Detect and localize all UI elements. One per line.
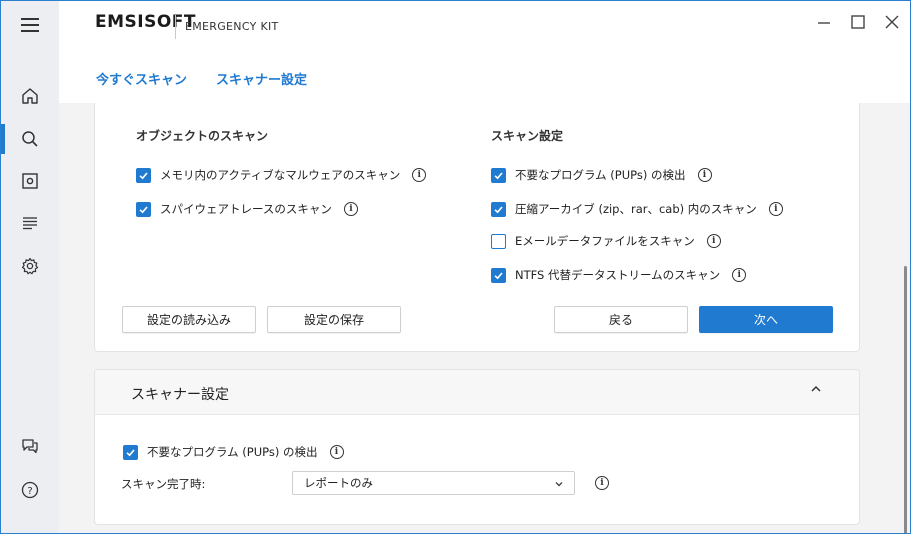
option-scan-email[interactable]: Eメールデータファイルをスキャン i <box>491 233 721 249</box>
home-icon <box>22 88 38 104</box>
checkbox-checked[interactable] <box>491 267 506 283</box>
option-label: スパイウェアトレースのスキャン <box>160 202 332 216</box>
checkbox-checked[interactable] <box>491 201 506 217</box>
scan-settings-section-title: スキャン設定 <box>491 129 564 143</box>
scanner-settings-title: スキャナー設定 <box>131 387 229 403</box>
title-divider <box>175 15 176 39</box>
menu-icon[interactable] <box>1 1 59 49</box>
scrollbar[interactable] <box>904 266 907 533</box>
scanner-settings-panel: スキャナー設定 不要なプログラム (PUPs) の検出 i スキャン完了時: レ… <box>94 369 860 525</box>
sidebar-item-settings[interactable] <box>1 246 59 286</box>
option-label: Eメールデータファイルをスキャン <box>515 234 695 248</box>
option-scan-archives[interactable]: 圧縮アーカイブ (zip、rar、cab) 内のスキャン i <box>491 201 783 217</box>
next-button[interactable]: 次へ <box>699 306 833 333</box>
sidebar-item-scan[interactable] <box>1 119 59 159</box>
on-complete-select[interactable]: レポートのみ <box>292 471 575 495</box>
option-label: メモリ内のアクティブなマルウェアのスキャン <box>160 168 401 182</box>
scan-options-card: オブジェクトのスキャン メモリ内のアクティブなマルウェアのスキャン i スパイウ… <box>94 103 860 352</box>
option-memory-scan[interactable]: メモリ内のアクティブなマルウェアのスキャン i <box>136 167 427 183</box>
option-detect-pups[interactable]: 不要なプログラム (PUPs) の検出 i <box>491 167 712 183</box>
scanner-settings-header[interactable]: スキャナー設定 <box>95 370 859 415</box>
checkbox-checked[interactable] <box>123 444 138 460</box>
info-icon[interactable]: i <box>706 234 721 248</box>
tab-scan-now[interactable]: 今すぐスキャン <box>96 69 187 88</box>
logs-icon <box>23 217 37 230</box>
checkbox-checked[interactable] <box>136 201 151 217</box>
checkbox-unchecked[interactable] <box>491 233 506 249</box>
sidebar-item-logs[interactable] <box>1 203 59 243</box>
option-label: 圧縮アーカイブ (zip、rar、cab) 内のスキャン <box>515 202 757 216</box>
tab-scanner-settings[interactable]: スキャナー設定 <box>216 69 307 88</box>
objects-section-title: オブジェクトのスキャン <box>136 129 269 143</box>
info-icon[interactable]: i <box>343 202 358 216</box>
option-label: NTFS 代替データストリームのスキャン <box>515 268 721 282</box>
option-spyware-scan[interactable]: スパイウェアトレースのスキャン i <box>136 201 358 217</box>
select-value: レポートのみ <box>304 476 373 490</box>
back-button[interactable]: 戻る <box>554 306 688 333</box>
load-settings-button[interactable]: 設定の読み込み <box>122 306 256 333</box>
tab-bar: 今すぐスキャン スキャナー設定 <box>59 49 910 103</box>
minimize-icon[interactable] <box>811 9 837 35</box>
chevron-down-icon <box>555 482 563 487</box>
info-icon[interactable]: i <box>732 268 747 282</box>
info-icon[interactable]: i <box>329 445 344 459</box>
app-window: EMSISOFT EMERGENCY KIT ? 今すぐスキャン スキャナー設定… <box>0 0 911 534</box>
on-complete-label: スキャン完了時: <box>121 477 206 491</box>
app-logo: EMSISOFT <box>95 12 197 32</box>
search-icon <box>22 131 38 147</box>
svg-text:?: ? <box>27 486 32 497</box>
info-icon[interactable]: i <box>768 202 783 216</box>
chat-icon <box>22 439 38 454</box>
checkbox-checked[interactable] <box>491 167 506 183</box>
close-icon[interactable] <box>879 9 905 35</box>
sidebar-item-quarantine[interactable] <box>1 161 59 201</box>
option-label: 不要なプログラム (PUPs) の検出 <box>147 445 318 459</box>
option-detect-pups-panel[interactable]: 不要なプログラム (PUPs) の検出 i <box>123 444 344 460</box>
quarantine-icon <box>22 173 38 189</box>
sidebar-item-help[interactable]: ? <box>1 470 59 510</box>
info-icon[interactable]: i <box>697 168 712 182</box>
checkbox-checked[interactable] <box>136 167 151 183</box>
settings-icon <box>21 257 39 275</box>
title-bar: EMSISOFT EMERGENCY KIT <box>1 1 910 49</box>
info-icon[interactable]: i <box>412 168 427 182</box>
sidebar-item-home[interactable] <box>1 76 59 116</box>
option-label: 不要なプログラム (PUPs) の検出 <box>515 168 686 182</box>
info-icon[interactable]: i <box>595 476 609 490</box>
sidebar-item-chat[interactable] <box>1 426 59 466</box>
sidebar: ? <box>1 49 59 533</box>
chevron-up-icon[interactable] <box>809 382 823 396</box>
product-name: EMERGENCY KIT <box>185 20 279 33</box>
option-scan-ntfs-ads[interactable]: NTFS 代替データストリームのスキャン i <box>491 267 747 283</box>
help-icon: ? <box>21 481 39 499</box>
maximize-icon[interactable] <box>845 9 871 35</box>
main-content: オブジェクトのスキャン メモリ内のアクティブなマルウェアのスキャン i スパイウ… <box>59 103 910 533</box>
save-settings-button[interactable]: 設定の保存 <box>267 306 401 333</box>
